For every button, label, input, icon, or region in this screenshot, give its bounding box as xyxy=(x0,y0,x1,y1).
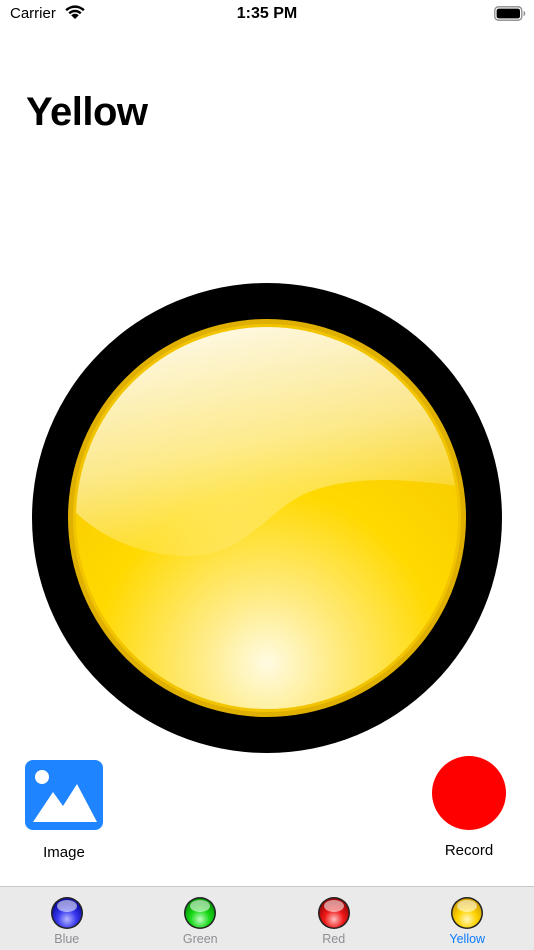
yellow-light-icon xyxy=(32,283,502,753)
green-orb-icon xyxy=(184,897,217,929)
yellow-orb-icon xyxy=(451,897,484,929)
tab-blue[interactable]: Blue xyxy=(0,887,134,950)
record-button[interactable]: Record xyxy=(426,756,512,859)
red-orb-icon xyxy=(317,897,350,929)
record-icon xyxy=(432,756,506,830)
photo-icon xyxy=(25,760,103,830)
image-button[interactable]: Image xyxy=(18,758,110,861)
signal-light[interactable] xyxy=(32,283,502,753)
status-bar: Carrier 1:35 PM xyxy=(0,0,534,30)
tab-yellow[interactable]: Yellow xyxy=(401,887,534,950)
record-label: Record xyxy=(444,842,494,859)
tab-label: Green xyxy=(182,932,218,946)
tab-green[interactable]: Green xyxy=(134,887,268,950)
blue-orb-icon xyxy=(50,897,83,929)
tab-label: Red xyxy=(322,932,346,946)
status-time: 1:35 PM xyxy=(236,5,298,22)
page-title: Yellow xyxy=(26,90,148,134)
tab-bar: Blue Green Red Yellow xyxy=(0,886,534,950)
battery-icon xyxy=(494,6,526,21)
tab-label: Blue xyxy=(54,932,80,946)
tab-label: Yellow xyxy=(449,932,486,946)
tab-red[interactable]: Red xyxy=(267,887,401,950)
image-label: Image xyxy=(43,844,85,861)
